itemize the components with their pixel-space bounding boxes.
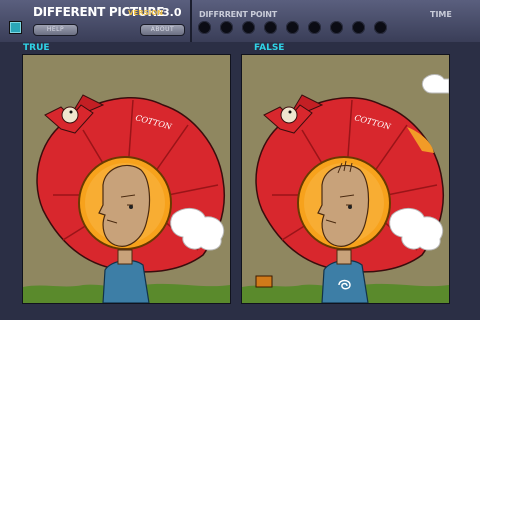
about-button[interactable]: ABOUT [140, 24, 185, 36]
ground-box[interactable] [255, 275, 273, 288]
difference-slot-dot [242, 21, 255, 34]
title-area: DIFFERENT PICTURE VERSION 3.0 HELP ABOUT [0, 0, 192, 42]
difference-point-label: DIFFRRENT POINT [199, 10, 278, 19]
true-picture-art: COTTON [23, 55, 230, 303]
help-button[interactable]: HELP [33, 24, 78, 36]
difference-slot-dot [330, 21, 343, 34]
face [98, 164, 151, 247]
difference-slot-dot [220, 21, 233, 34]
true-label: TRUE [23, 43, 50, 53]
version-label: VERSION [128, 9, 164, 17]
header-bar: DIFFERENT PICTURE VERSION 3.0 HELP ABOUT… [0, 0, 480, 42]
difference-slot-dot [308, 21, 321, 34]
false-label: FALSE [254, 43, 285, 53]
version-number: 3.0 [162, 6, 182, 19]
difference-slot-dot [352, 21, 365, 34]
game-window: DIFFERENT PICTURE VERSION 3.0 HELP ABOUT… [0, 0, 480, 320]
difference-slot-dot [198, 21, 211, 34]
body-shirt [321, 259, 369, 303]
true-picture[interactable]: COTTON [22, 54, 231, 304]
menu-square-icon[interactable] [9, 21, 22, 34]
time-label: TIME [430, 10, 452, 19]
false-picture[interactable]: COTTON [241, 54, 450, 304]
face [317, 164, 370, 247]
difference-counter [198, 21, 398, 35]
body-shirt [102, 259, 150, 303]
difference-slot-dot [374, 21, 387, 34]
false-picture-art: COTTON [242, 55, 449, 303]
difference-slot-dot [264, 21, 277, 34]
difference-slot-dot [286, 21, 299, 34]
